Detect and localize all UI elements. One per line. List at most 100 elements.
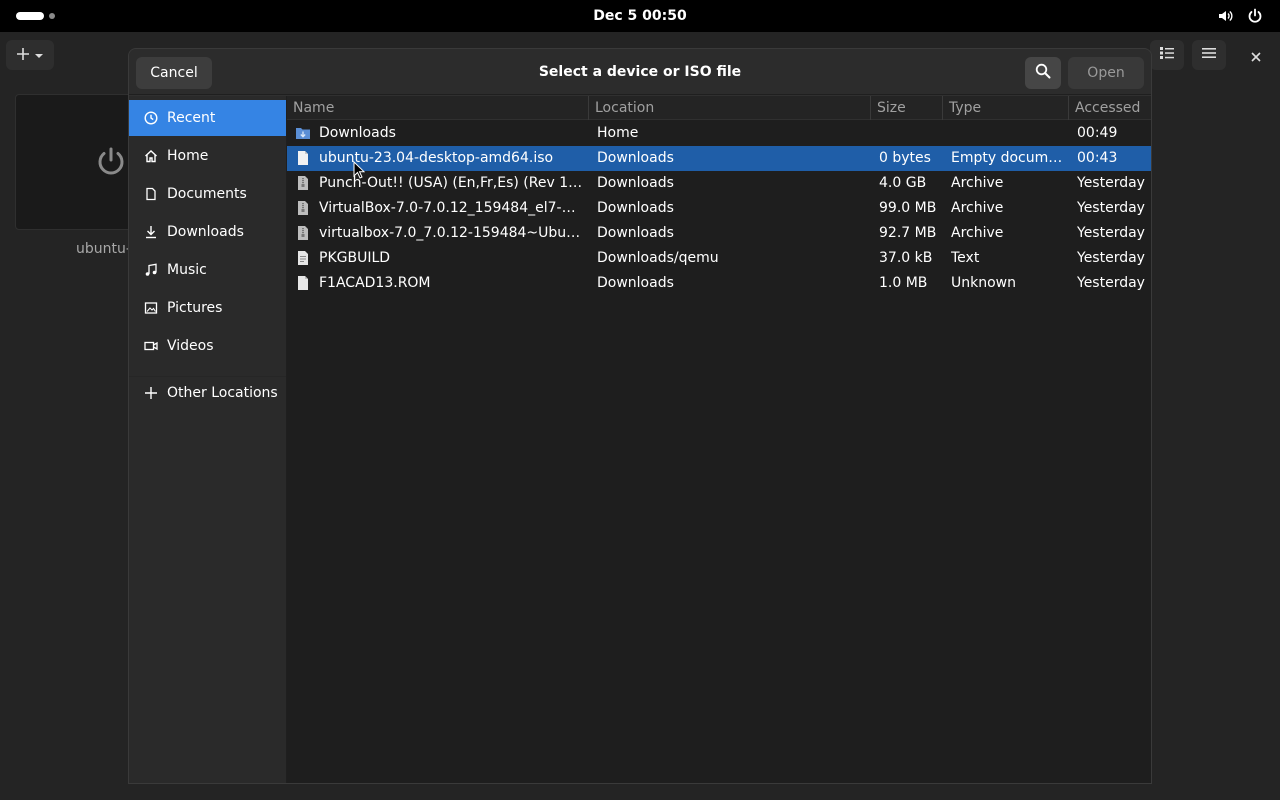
file-name: VirtualBox-7.0-7.0.12_159484_el7-1.x… bbox=[319, 200, 584, 216]
archive-icon bbox=[295, 225, 311, 242]
sidebar-item-label: Videos bbox=[167, 338, 214, 354]
file-size: 1.0 MB bbox=[879, 275, 928, 291]
file-name: virtualbox-7.0_7.0.12-159484~Ubuntu… bbox=[319, 225, 584, 241]
file-size: 4.0 GB bbox=[879, 175, 927, 191]
column-accessed[interactable]: Accessed bbox=[1068, 96, 1151, 120]
file-size: 92.7 MB bbox=[879, 225, 937, 241]
column-header: Name Location Size Type Accessed bbox=[287, 96, 1151, 120]
sidebar-item-label: Downloads bbox=[167, 224, 244, 240]
file-icon bbox=[295, 275, 311, 292]
close-icon bbox=[1251, 47, 1261, 66]
file-accessed: 00:43 bbox=[1077, 150, 1118, 166]
sidebar-item-pictures[interactable]: Pictures bbox=[129, 290, 286, 326]
archive-icon bbox=[295, 200, 311, 217]
music-icon bbox=[143, 262, 159, 278]
file-accessed: Yesterday bbox=[1077, 275, 1145, 291]
sidebar-item-label: Documents bbox=[167, 186, 247, 202]
file-name: Downloads bbox=[319, 125, 396, 141]
plus-icon bbox=[143, 385, 159, 401]
file-location: Downloads bbox=[597, 200, 674, 216]
file-name: F1ACAD13.ROM bbox=[319, 275, 431, 291]
search-icon bbox=[1035, 63, 1051, 83]
file-type: Empty document bbox=[951, 150, 1066, 166]
new-vm-button[interactable] bbox=[6, 40, 54, 70]
list-view-icon bbox=[1159, 45, 1175, 65]
column-name[interactable]: Name bbox=[287, 96, 588, 120]
sidebar-item-recent[interactable]: Recent bbox=[129, 100, 286, 136]
file-row[interactable]: VirtualBox-7.0-7.0.12_159484_el7-1.x… Do… bbox=[287, 196, 1151, 221]
download-icon bbox=[143, 224, 159, 240]
file-accessed: Yesterday bbox=[1077, 175, 1145, 191]
file-size bbox=[879, 121, 939, 146]
activities-button[interactable] bbox=[16, 12, 44, 20]
sidebar-item-videos[interactable]: Videos bbox=[129, 328, 286, 364]
close-window-button[interactable] bbox=[1244, 44, 1268, 68]
file-location: Downloads bbox=[597, 175, 674, 191]
file-row[interactable]: virtualbox-7.0_7.0.12-159484~Ubuntu… Dow… bbox=[287, 221, 1151, 246]
dialog-title: Select a device or ISO file bbox=[538, 64, 742, 80]
main-menu-button[interactable] bbox=[1192, 40, 1226, 70]
file-location: Downloads bbox=[597, 225, 674, 241]
mouse-pointer-icon bbox=[353, 160, 366, 179]
sidebar-item-label: Other Locations bbox=[167, 385, 278, 401]
file-type: Archive bbox=[951, 225, 1004, 241]
file-type: Archive bbox=[951, 175, 1004, 191]
file-list: Name Location Size Type Accessed Downloa… bbox=[287, 96, 1151, 783]
sidebar-item-downloads[interactable]: Downloads bbox=[129, 214, 286, 250]
workspace-indicator[interactable] bbox=[49, 13, 55, 19]
file-chooser-dialog: Cancel Select a device or ISO file Open … bbox=[128, 48, 1152, 784]
sidebar-item-other-locations[interactable]: Other Locations bbox=[129, 375, 286, 411]
file-icon bbox=[295, 150, 311, 167]
file-size: 0 bytes bbox=[879, 150, 931, 166]
text-file-icon bbox=[295, 250, 311, 267]
cancel-button[interactable]: Cancel bbox=[136, 57, 212, 89]
file-location: Downloads bbox=[597, 150, 674, 166]
file-type: Text bbox=[951, 250, 980, 266]
file-type bbox=[951, 121, 1066, 146]
chevron-down-icon bbox=[34, 46, 44, 65]
search-button[interactable] bbox=[1025, 57, 1061, 89]
clock-icon bbox=[143, 110, 159, 126]
top-bar: Dec 5 00:50 bbox=[0, 0, 1280, 32]
sidebar-item-label: Music bbox=[167, 262, 207, 278]
column-type[interactable]: Type bbox=[942, 96, 1068, 120]
video-icon bbox=[143, 338, 159, 354]
file-accessed: 00:49 bbox=[1077, 125, 1118, 141]
picture-icon bbox=[143, 300, 159, 316]
column-location[interactable]: Location bbox=[588, 96, 870, 120]
file-size: 99.0 MB bbox=[879, 200, 937, 216]
sidebar-item-home[interactable]: Home bbox=[129, 138, 286, 174]
home-icon bbox=[143, 148, 159, 164]
file-size: 37.0 kB bbox=[879, 250, 933, 266]
power-icon[interactable] bbox=[1247, 8, 1263, 24]
file-accessed: Yesterday bbox=[1077, 250, 1145, 266]
file-location: Home bbox=[597, 125, 639, 141]
clock-label[interactable]: Dec 5 00:50 bbox=[593, 8, 686, 24]
sidebar-item-label: Pictures bbox=[167, 300, 223, 316]
file-row[interactable]: Downloads Home 00:49 bbox=[287, 121, 1151, 146]
column-size[interactable]: Size bbox=[870, 96, 942, 120]
sidebar-item-music[interactable]: Music bbox=[129, 252, 286, 288]
sidebar-item-documents[interactable]: Documents bbox=[129, 176, 286, 212]
vm-tile[interactable] bbox=[15, 94, 135, 230]
dialog-header-bar: Cancel Select a device or ISO file Open bbox=[129, 49, 1151, 95]
file-row[interactable]: Punch-Out!! (USA) (En,Fr,Es) (Rev 1).7z … bbox=[287, 171, 1151, 196]
places-sidebar: Recent Home Documents Downloads Music Pi… bbox=[129, 96, 287, 783]
file-type: Unknown bbox=[951, 275, 1016, 291]
menu-icon bbox=[1201, 45, 1217, 65]
file-row[interactable]: PKGBUILD Downloads/qemu 37.0 kB Text Yes… bbox=[287, 246, 1151, 271]
file-location: Downloads bbox=[597, 275, 674, 291]
archive-icon bbox=[295, 175, 311, 192]
volume-icon[interactable] bbox=[1217, 8, 1233, 24]
file-name: PKGBUILD bbox=[319, 250, 391, 266]
file-row[interactable]: F1ACAD13.ROM Downloads 1.0 MB Unknown Ye… bbox=[287, 271, 1151, 296]
sidebar-item-label: Recent bbox=[167, 110, 216, 126]
open-button[interactable]: Open bbox=[1068, 57, 1144, 89]
file-row[interactable]: ubuntu-23.04-desktop-amd64.iso Downloads… bbox=[287, 146, 1151, 171]
list-view-button[interactable] bbox=[1150, 40, 1184, 70]
file-type: Archive bbox=[951, 200, 1004, 216]
clock: Dec 5 00:50 bbox=[0, 0, 1280, 32]
folder-download-icon bbox=[295, 125, 311, 142]
plus-icon bbox=[16, 46, 30, 65]
file-accessed: Yesterday bbox=[1077, 200, 1145, 216]
